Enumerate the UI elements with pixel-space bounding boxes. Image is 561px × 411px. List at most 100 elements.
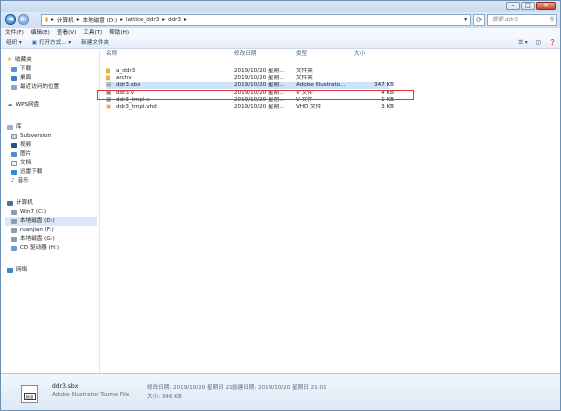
nav-lib-thunder[interactable]: 迅雷下载 [11, 168, 42, 177]
computer-icon [7, 201, 13, 206]
file-name: archv [116, 75, 132, 81]
file-type: VHD 文件 [296, 104, 322, 110]
nav-lib-subversion[interactable]: Subversion [11, 132, 51, 141]
download-icon [11, 170, 17, 175]
nav-libraries[interactable]: 库 [7, 123, 22, 132]
open-with-button[interactable]: ▣ 打开方式... ▾ [32, 38, 71, 48]
music-icon: ♪ [11, 178, 15, 184]
breadcrumb-separator: ▸ [120, 17, 124, 23]
file-size: 347 KB [374, 82, 394, 88]
command-bar: 组织 ▾ ▣ 打开方式... ▾ 新建文件夹 ☰ ▾ ◫ ❓ [1, 38, 560, 49]
refresh-button[interactable]: ⟳ [473, 14, 485, 26]
breadcrumb-drive-d[interactable]: 本地磁盘 (D:) [83, 16, 118, 24]
file-thumbnail-icon: ▥▥ [21, 385, 38, 403]
preview-pane-icon[interactable]: ◫ [536, 38, 541, 49]
nav-lib-documents[interactable]: 文档 [11, 159, 31, 168]
search-icon[interactable]: ⚲ [550, 15, 554, 25]
menu-help[interactable]: 帮助(H) [109, 28, 129, 38]
video-icon [11, 143, 17, 148]
folder-icon: ▆ [106, 75, 111, 81]
file-name: ddr3_tmpl.vhd [116, 104, 157, 110]
nav-computer[interactable]: 计算机 [7, 199, 33, 208]
nav-downloads[interactable]: 下载 [11, 65, 31, 74]
drive-icon [11, 219, 17, 224]
highlight-box [97, 90, 414, 100]
folder-icon: ▆ [106, 68, 111, 74]
details-filename: ddr3.sbx [52, 383, 79, 390]
sbx-file-icon: ▤ [106, 82, 112, 88]
document-icon [11, 161, 17, 166]
file-date: 2019/10/20 星期... [234, 68, 285, 74]
nav-favorites[interactable]: ★ 收藏夹 [7, 56, 32, 65]
address-row: ◄ ► ▮ ▸ 计算机 ▸ 本地磁盘 (D:) ▸ lattice_ddr3 ▸… [1, 12, 560, 28]
nav-lib-videos[interactable]: 视频 [11, 141, 31, 150]
breadcrumb-separator: ▸ [76, 17, 80, 23]
view-options-icon[interactable]: ☰ ▾ [518, 38, 528, 49]
network-icon [7, 268, 13, 273]
help-icon[interactable]: ❓ [549, 38, 556, 49]
desktop-icon [11, 76, 17, 81]
breadcrumb-lattice[interactable]: lattice_ddr3 [126, 17, 159, 23]
search-input[interactable]: 搜索 ddr3 ⚲ [487, 14, 557, 26]
nav-drive-f[interactable]: ruanjian (F:) [11, 226, 54, 235]
nav-network[interactable]: 网络 [7, 266, 27, 275]
organize-button[interactable]: 组织 ▾ [6, 38, 22, 48]
picture-icon [11, 152, 17, 157]
file-row[interactable]: ▆ a_ddr3 2019/10/20 星期... 文件夹 [106, 68, 441, 75]
minimize-button[interactable]: – [506, 2, 520, 10]
library-icon [7, 125, 13, 130]
vhd-file-icon: ▣ [106, 104, 112, 110]
nav-wps-cloud[interactable]: ☁ WPS网盘 [7, 101, 39, 110]
nav-drive-c[interactable]: Win7 (C:) [11, 208, 46, 217]
nav-drive-g[interactable]: 本地磁盘 (G:) [11, 235, 55, 244]
breadcrumb-ddr3[interactable]: ddr3 [168, 17, 181, 23]
file-name: ddr3.sbx [116, 82, 141, 88]
new-folder-button[interactable]: 新建文件夹 [81, 38, 109, 48]
menu-tools[interactable]: 工具(T) [83, 28, 102, 38]
breadcrumb-separator: ▸ [162, 17, 166, 23]
file-row-selected[interactable]: ▤ ddr3.sbx 2019/10/20 星期... Adobe Illust… [106, 82, 394, 89]
menu-view[interactable]: 查看(V) [57, 28, 76, 38]
close-button[interactable]: ✕ [536, 2, 556, 10]
open-icon: ▣ [31, 40, 39, 46]
breadcrumb-computer[interactable]: 计算机 [57, 16, 74, 24]
back-button[interactable]: ◄ [5, 14, 16, 25]
column-header-size[interactable]: 大小 [354, 50, 365, 58]
title-bar: – □ ✕ [1, 1, 560, 12]
nav-lib-pictures[interactable]: 图片 [11, 150, 31, 159]
dropdown-arrow-icon[interactable]: ▾ [464, 17, 467, 23]
menu-file[interactable]: 文件(F) [5, 28, 24, 38]
cd-drive-icon [11, 246, 17, 251]
nav-drive-d[interactable]: 本地磁盘 (D:) [5, 217, 97, 226]
nav-recent-places[interactable]: 最近访问的位置 [11, 83, 59, 92]
file-type: 文件夹 [296, 75, 313, 81]
details-pane: ▥▥ ddr3.sbx Adobe Illustrator Tsume File… [1, 373, 560, 410]
file-date: 2019/10/20 星期... [234, 75, 285, 81]
document-icon [11, 134, 17, 139]
column-header-name[interactable]: 名称 [106, 50, 117, 58]
file-date: 2019/10/20 星期... [234, 82, 285, 88]
file-size: 3 KB [381, 104, 394, 110]
file-type: 文件夹 [296, 68, 313, 74]
explorer-window: – □ ✕ ◄ ► ▮ ▸ 计算机 ▸ 本地磁盘 (D:) ▸ lattice_… [0, 0, 561, 411]
navigation-pane: ★ 收藏夹 下载 桌面 最近访问的位置 ☁ WPS网盘 库 Subversion 视… [1, 50, 100, 373]
nav-drive-h[interactable]: CD 驱动器 (H:) [11, 244, 59, 253]
forward-button[interactable]: ► [18, 14, 29, 25]
breadcrumb-separator: ▸ [51, 17, 54, 23]
folder-icon: ▮ [45, 17, 49, 23]
file-row[interactable]: ▣ ddr3_tmpl.vhd 2019/10/20 星期... VHD 文件 … [106, 104, 441, 111]
nav-lib-music[interactable]: ♪ 音乐 [11, 177, 29, 186]
file-row[interactable]: ▆ archv 2019/10/20 星期... 文件夹 [106, 75, 441, 82]
column-header-type[interactable]: 类型 [296, 50, 307, 58]
file-type: Adobe Illustrato... [296, 82, 346, 88]
nav-desktop[interactable]: 桌面 [11, 74, 31, 83]
column-header-date[interactable]: 修改日期 [234, 50, 256, 58]
menu-edit[interactable]: 编辑(E) [31, 28, 50, 38]
star-icon: ★ [7, 57, 13, 63]
download-folder-icon [11, 67, 17, 72]
drive-icon [11, 228, 17, 233]
address-bar[interactable]: ▮ ▸ 计算机 ▸ 本地磁盘 (D:) ▸ lattice_ddr3 ▸ ddr… [41, 14, 471, 26]
maximize-button[interactable]: □ [521, 2, 535, 10]
recent-places-icon [11, 85, 17, 90]
drive-icon [11, 210, 17, 215]
